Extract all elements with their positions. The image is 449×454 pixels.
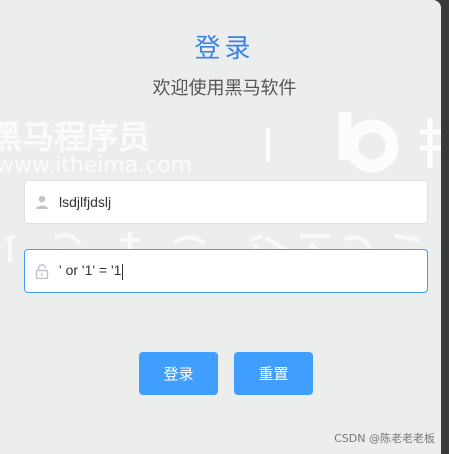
- password-value[interactable]: ' or '1' = '1: [59, 262, 124, 280]
- text-caret: [122, 263, 124, 280]
- window-frame: 黑马程序员 www.itheima.com 登录 欢迎使用黑马软件 lsdjlf…: [0, 0, 449, 454]
- password-field[interactable]: ' or '1' = '1: [24, 249, 428, 293]
- watermark: 黑马程序员 www.itheima.com: [0, 112, 441, 269]
- watermark-divider: [266, 128, 270, 162]
- user-icon: [25, 195, 59, 209]
- username-value[interactable]: lsdjlfjdslj: [59, 194, 111, 210]
- lock-icon: [25, 263, 59, 279]
- login-button[interactable]: 登录: [139, 352, 218, 395]
- login-title: 登录: [194, 34, 255, 64]
- login-subtitle: 欢迎使用黑马软件: [152, 78, 297, 99]
- watermark-url-text: www.itheima.com: [0, 153, 192, 178]
- username-field[interactable]: lsdjlfjdslj: [24, 180, 428, 224]
- reset-button[interactable]: 重置: [234, 352, 313, 395]
- watermark-glyph-icon: [420, 118, 441, 168]
- watermark-brand-text: 黑马程序员: [0, 118, 150, 156]
- login-panel: 黑马程序员 www.itheima.com 登录 欢迎使用黑马软件 lsdjlf…: [0, 0, 441, 454]
- watermark-logo-icon: [338, 112, 399, 173]
- footer-credit: CSDN @陈老老老板: [334, 432, 435, 445]
